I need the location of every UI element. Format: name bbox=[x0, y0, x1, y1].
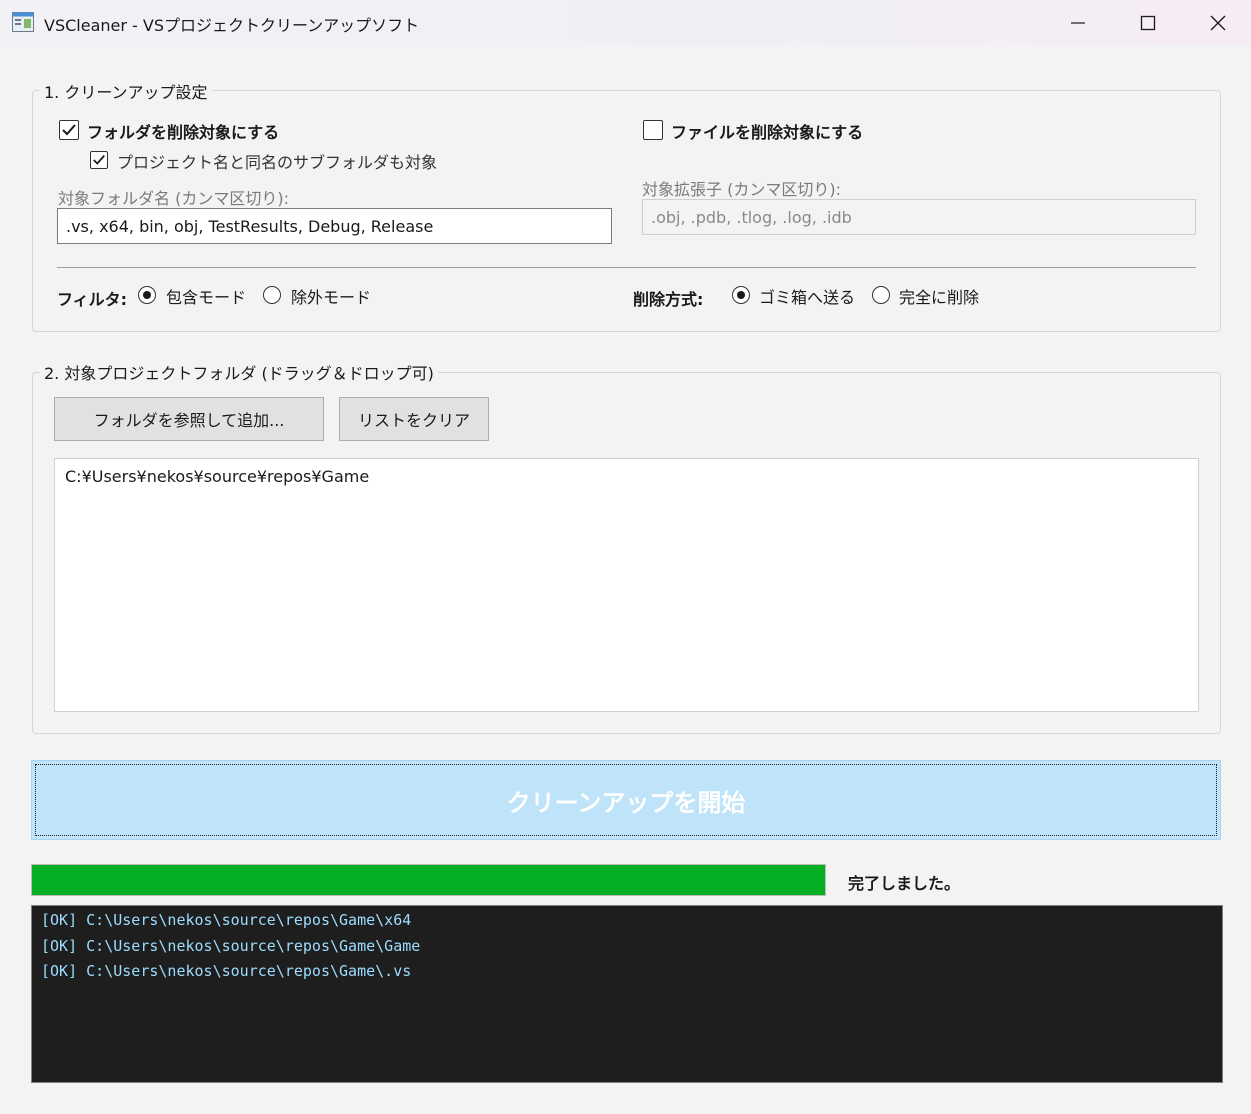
extensions-input[interactable] bbox=[642, 199, 1196, 235]
browse-folder-button[interactable]: フォルダを参照して追加... bbox=[54, 397, 324, 441]
progress-bar bbox=[31, 864, 826, 896]
maximize-icon bbox=[1140, 15, 1156, 31]
minimize-button[interactable] bbox=[1043, 0, 1113, 46]
folders-checkbox[interactable] bbox=[59, 120, 79, 140]
recycle-bin-label[interactable]: ゴミ箱へ送る bbox=[759, 284, 855, 308]
app-window: VSCleaner - VSプロジェクトクリーンアップソフト 1. クリーンアッ… bbox=[0, 0, 1251, 1114]
files-checkbox[interactable] bbox=[643, 120, 663, 140]
delete-method-label: 削除方式: bbox=[633, 290, 704, 309]
filter-label: フィルタ: bbox=[57, 290, 128, 309]
project-folders-title: 2. 対象プロジェクトフォルダ (ドラッグ＆ドロップ可) bbox=[40, 360, 438, 384]
project-folder-list[interactable]: C:¥Users¥nekos¥source¥repos¥Game bbox=[54, 458, 1199, 712]
filter-exclude-radio[interactable] bbox=[263, 286, 281, 304]
app-icon bbox=[12, 12, 34, 32]
files-checkbox-label[interactable]: ファイルを削除対象にする bbox=[671, 119, 863, 143]
progress-bar-fill bbox=[32, 865, 825, 895]
recycle-bin-radio[interactable] bbox=[732, 286, 750, 304]
subfolder-checkbox[interactable] bbox=[90, 151, 108, 169]
title-bar[interactable]: VSCleaner - VSプロジェクトクリーンアップソフト bbox=[0, 0, 1251, 46]
cleanup-settings-title: 1. クリーンアップ設定 bbox=[40, 79, 212, 103]
folders-checkbox-label[interactable]: フォルダを削除対象にする bbox=[87, 119, 279, 143]
filter-exclude-label[interactable]: 除外モード bbox=[291, 284, 371, 308]
maximize-button[interactable] bbox=[1113, 0, 1183, 46]
folder-names-input[interactable] bbox=[57, 208, 612, 244]
filter-include-label[interactable]: 包含モード bbox=[166, 284, 246, 308]
log-line: [OK] C:\Users\nekos\source\repos\Game\x6… bbox=[41, 911, 412, 929]
window-title: VSCleaner - VSプロジェクトクリーンアップソフト bbox=[44, 16, 420, 35]
checkmark-icon bbox=[93, 155, 105, 165]
extensions-label: 対象拡張子 (カンマ区切り): bbox=[642, 180, 841, 199]
close-button[interactable] bbox=[1183, 0, 1251, 46]
clear-list-button[interactable]: リストをクリア bbox=[339, 397, 489, 441]
log-output[interactable]: [OK] C:\Users\nekos\source\repos\Game\x6… bbox=[31, 905, 1223, 1083]
close-icon bbox=[1210, 15, 1226, 31]
log-line: [OK] C:\Users\nekos\source\repos\Game\.v… bbox=[41, 962, 412, 980]
focus-rectangle bbox=[35, 764, 1217, 836]
folder-names-label: 対象フォルダ名 (カンマ区切り): bbox=[58, 189, 289, 208]
permanent-delete-radio[interactable] bbox=[872, 286, 890, 304]
log-line: [OK] C:\Users\nekos\source\repos\Game\Ga… bbox=[41, 937, 421, 955]
settings-divider bbox=[57, 267, 1196, 268]
minimize-icon bbox=[1071, 22, 1085, 24]
permanent-delete-label[interactable]: 完全に削除 bbox=[899, 284, 979, 308]
subfolder-checkbox-label[interactable]: プロジェクト名と同名のサブフォルダも対象 bbox=[117, 149, 437, 173]
filter-include-radio[interactable] bbox=[138, 286, 156, 304]
status-text: 完了しました。 bbox=[848, 874, 961, 893]
checkmark-icon bbox=[62, 124, 76, 136]
start-cleanup-button[interactable]: クリーンアップを開始 bbox=[31, 760, 1221, 840]
list-item[interactable]: C:¥Users¥nekos¥source¥repos¥Game bbox=[65, 467, 369, 486]
